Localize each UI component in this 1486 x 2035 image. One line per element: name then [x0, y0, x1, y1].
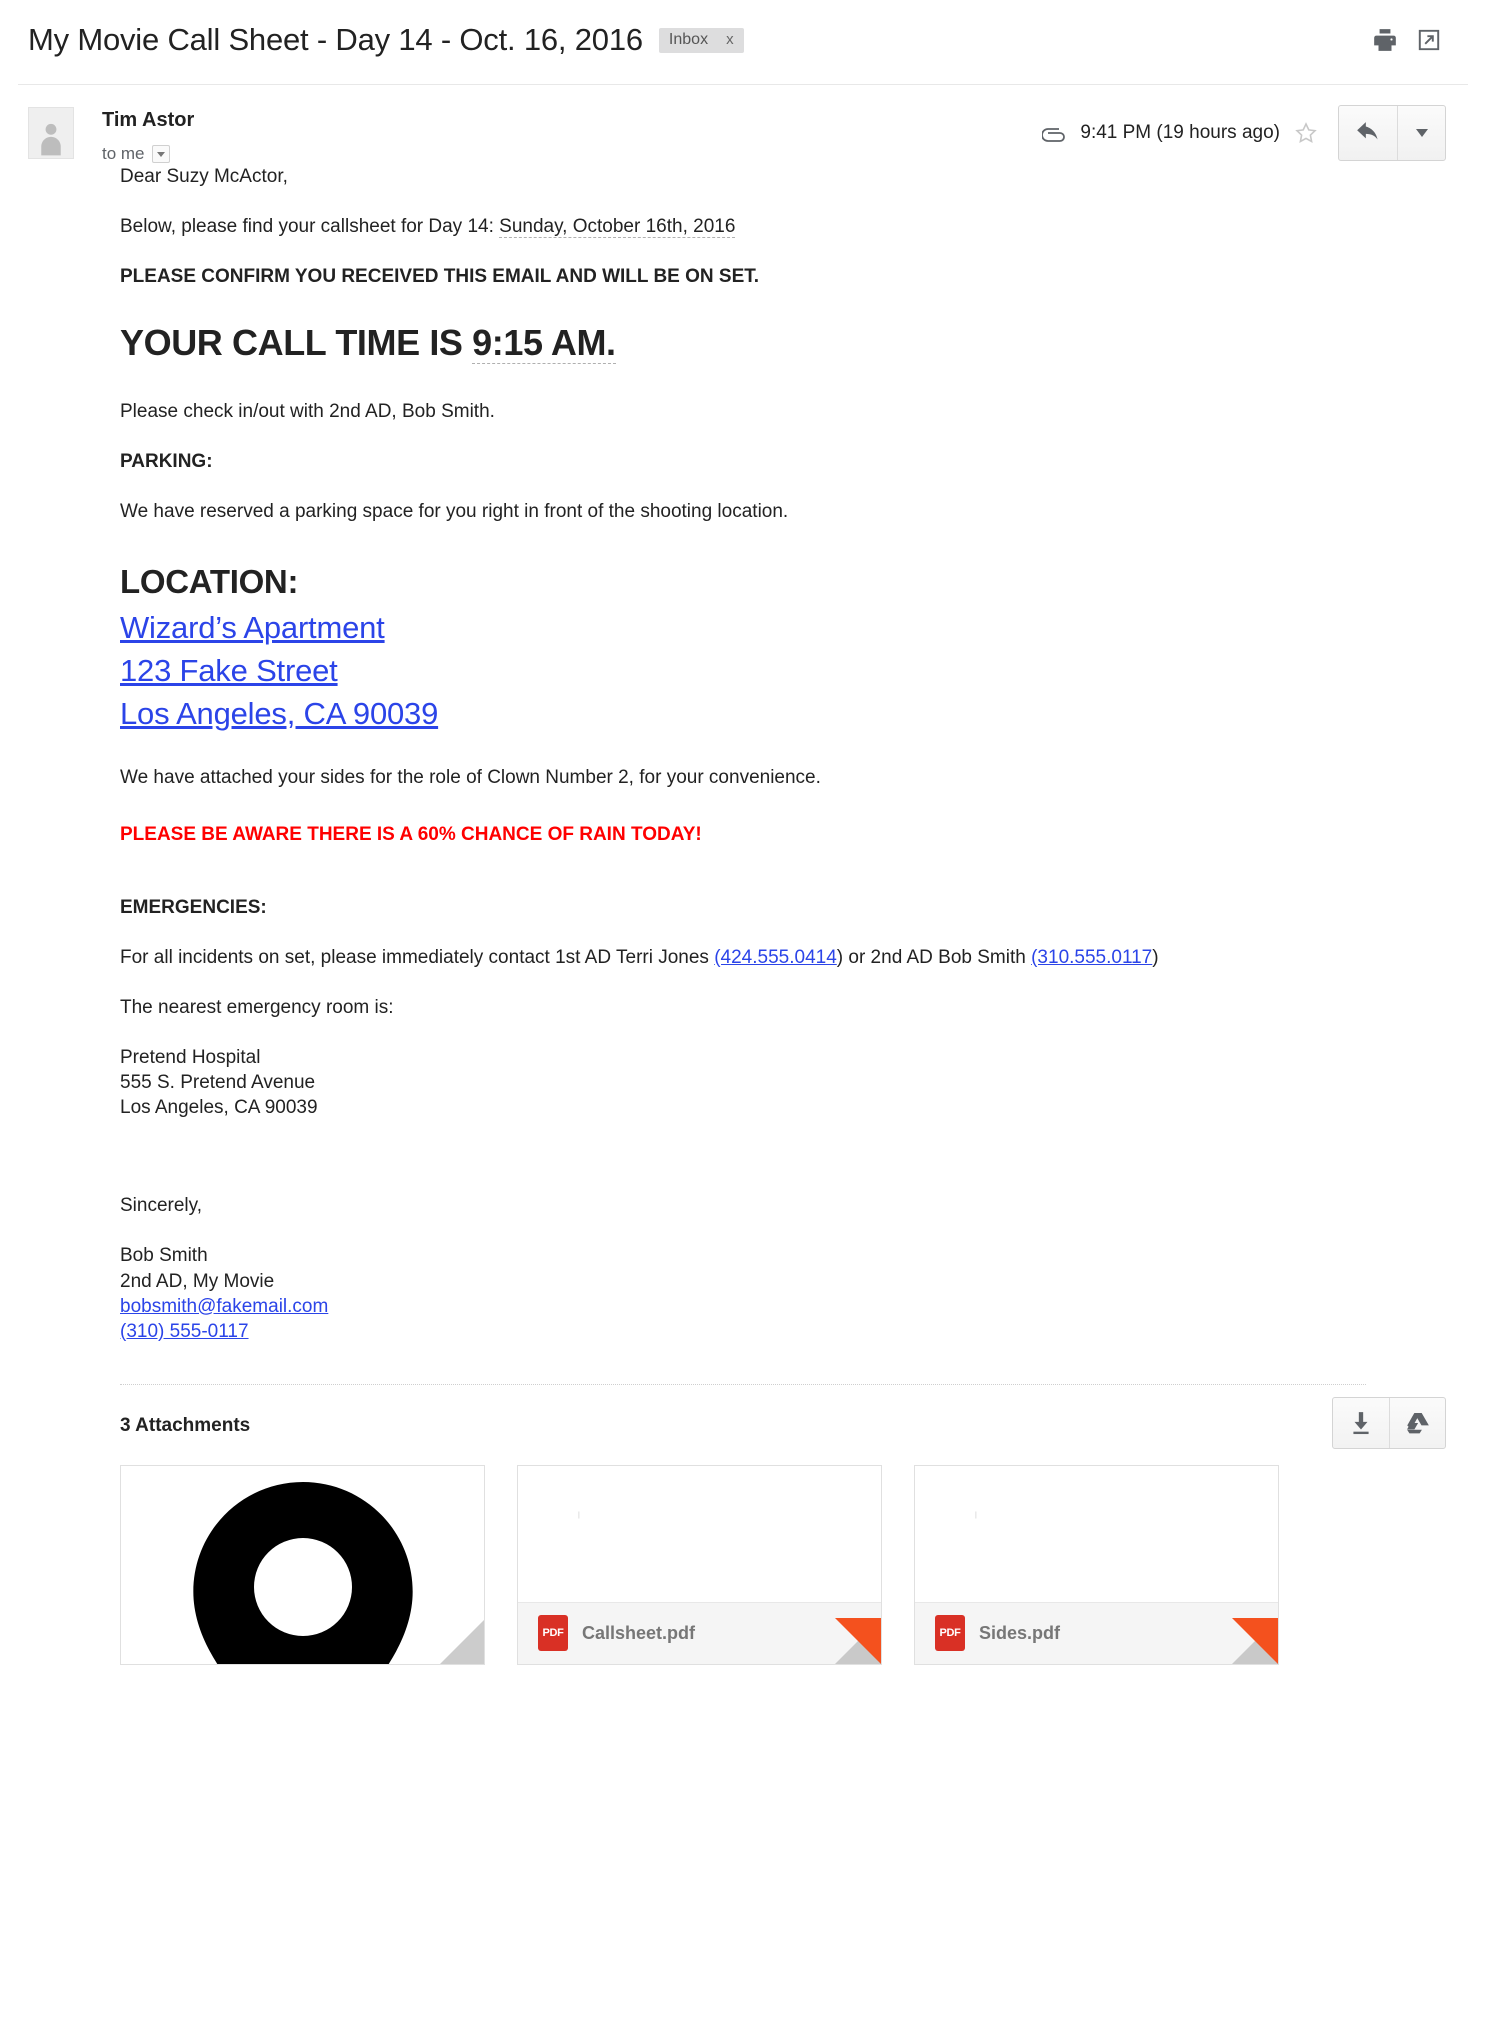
emergency-text-2: ) or 2nd AD Bob Smith — [836, 947, 1032, 968]
signature-spacer — [120, 1145, 1446, 1193]
hospital-street: 555 S. Pretend Avenue — [120, 1072, 316, 1094]
attachments-grid: | PDF Callsheet.pdf | PDF Sides.pdf — [0, 1437, 1486, 1695]
phone-link-terri-jones[interactable]: (424.555.0414 — [714, 947, 837, 968]
attachments-header: 3 Attachments — [0, 1385, 1486, 1449]
signature-name: Bob Smith — [120, 1245, 208, 1267]
printer-icon[interactable] — [1372, 27, 1398, 53]
sender-block: Tim Astor to me — [102, 107, 194, 164]
recipient-details-chevron-down-icon[interactable] — [151, 145, 170, 163]
recipient-line: to me — [102, 144, 194, 164]
google-drive-icon — [1406, 1412, 1429, 1434]
signature-block: Bob Smith 2nd AD, My Movie bobsmith@fake… — [120, 1243, 1446, 1343]
reply-button[interactable] — [1339, 106, 1397, 160]
download-arrow-icon — [1353, 1411, 1369, 1434]
header-actions — [1372, 27, 1446, 53]
attachment-card-map[interactable] — [120, 1464, 485, 1665]
rain-warning: PLEASE BE AWARE THERE IS A 60% CHANCE OF… — [120, 823, 702, 845]
more-options-button[interactable] — [1397, 106, 1445, 160]
hospital-name: Pretend Hospital — [120, 1047, 261, 1069]
call-time-heading: YOUR CALL TIME IS 9:15 AM. — [120, 319, 1446, 367]
message-timestamp: 9:41 PM (19 hours ago) — [1080, 122, 1280, 143]
message-header-right: 9:41 PM (19 hours ago) — [1042, 105, 1446, 161]
star-outline-icon[interactable] — [1294, 121, 1318, 145]
save-to-drive-button[interactable] — [1389, 1397, 1445, 1448]
label-chip-inbox[interactable]: Inbox x — [658, 27, 744, 53]
location-link-name[interactable]: Wizard’s Apartment — [120, 606, 1446, 649]
label-chip-text: Inbox — [668, 30, 709, 48]
signoff-line: Sincerely, — [120, 1195, 203, 1217]
attachment-thumbnail: | — [915, 1465, 1278, 1602]
attachment-footer: PDF Sides.pdf — [915, 1601, 1278, 1664]
recipient-text: to me — [102, 144, 145, 163]
parking-heading: PARKING: — [120, 450, 213, 472]
corner-fold-orange — [1232, 1617, 1278, 1664]
attachment-footer: PDF Callsheet.pdf — [518, 1601, 881, 1664]
emergency-text-3: ) — [1152, 947, 1159, 968]
corner-fold-orange — [835, 1617, 881, 1664]
hospital-address-block: Pretend Hospital 555 S. Pretend Avenue L… — [120, 1045, 1446, 1120]
hospital-city: Los Angeles, CA 90039 — [120, 1097, 318, 1119]
confirm-line: PLEASE CONFIRM YOU RECEIVED THIS EMAIL A… — [120, 266, 760, 288]
message-header: Tim Astor to me 9:41 PM (19 hours ago) — [0, 85, 1486, 164]
attachment-thumbnail — [121, 1465, 484, 1664]
attachments-actions — [1332, 1396, 1446, 1449]
label-chip-remove-icon[interactable]: x — [726, 32, 734, 47]
smart-time-chip[interactable]: 9:15 AM. — [472, 322, 616, 365]
attachment-thumbnail: | — [518, 1465, 881, 1602]
pdf-file-icon: PDF — [538, 1615, 568, 1652]
attachment-filename: Callsheet.pdf — [582, 1622, 696, 1643]
corner-fold-gray — [440, 1619, 484, 1664]
attachment-filename: Sides.pdf — [979, 1622, 1061, 1643]
open-in-new-window-icon[interactable] — [1416, 27, 1442, 53]
email-body: Dear Suzy McActor, Below, please find yo… — [0, 164, 1486, 1344]
call-time-prefix: YOUR CALL TIME IS — [120, 322, 473, 364]
subject-bar: My Movie Call Sheet - Day 14 - Oct. 16, … — [0, 0, 1486, 84]
email-view: My Movie Call Sheet - Day 14 - Oct. 16, … — [0, 0, 1486, 2035]
signature-phone-link[interactable]: (310) 555-0117 — [120, 1321, 249, 1342]
attachments-count-label: 3 Attachments — [120, 1414, 251, 1436]
er-intro-line: The nearest emergency room is: — [120, 997, 394, 1019]
signature-title: 2nd AD, My Movie — [120, 1270, 275, 1292]
signature-email-link[interactable]: bobsmith@fakemail.com — [120, 1296, 328, 1317]
attachment-card-callsheet[interactable]: | PDF Callsheet.pdf — [517, 1464, 882, 1665]
document-preview-lines: | — [973, 1511, 977, 1519]
parking-text: We have reserved a parking space for you… — [120, 500, 789, 522]
attachment-card-sides[interactable]: | PDF Sides.pdf — [914, 1464, 1279, 1665]
location-address-block: Wizard’s Apartment 123 Fake Street Los A… — [120, 606, 1446, 735]
intro-prefix: Below, please find your callsheet for Da… — [120, 216, 500, 238]
user-avatar-icon — [41, 123, 61, 156]
pdf-file-icon: PDF — [935, 1615, 965, 1652]
map-pin-graphic — [183, 1481, 423, 1664]
download-all-button[interactable] — [1333, 1398, 1389, 1448]
paperclip-icon — [1042, 128, 1066, 142]
phone-link-bob-smith[interactable]: (310.555.0117 — [1031, 947, 1152, 968]
intro-line: Below, please find your callsheet for Da… — [120, 214, 1446, 239]
emergency-text-1: For all incidents on set, please immedia… — [120, 947, 715, 968]
checkin-line: Please check in/out with 2nd AD, Bob Smi… — [120, 400, 495, 422]
smart-date-chip[interactable]: Sunday, October 16th, 2016 — [499, 216, 736, 239]
document-preview-lines: | — [576, 1511, 580, 1519]
map-pin-icon — [192, 1481, 413, 1664]
reply-button-group — [1338, 105, 1446, 161]
emergencies-heading: EMERGENCIES: — [120, 896, 267, 918]
reply-arrow-icon — [1357, 122, 1378, 140]
greeting-line: Dear Suzy McActor, — [120, 166, 288, 187]
avatar — [28, 107, 74, 159]
location-link-city[interactable]: Los Angeles, CA 90039 — [120, 692, 1446, 735]
emergency-contacts-line: For all incidents on set, please immedia… — [120, 945, 1446, 970]
location-link-street[interactable]: 123 Fake Street — [120, 649, 1446, 692]
page-title: My Movie Call Sheet - Day 14 - Oct. 16, … — [28, 22, 643, 57]
sender-name[interactable]: Tim Astor — [102, 109, 194, 132]
sides-line: We have attached your sides for the role… — [120, 766, 821, 788]
location-heading: LOCATION: — [120, 562, 299, 600]
